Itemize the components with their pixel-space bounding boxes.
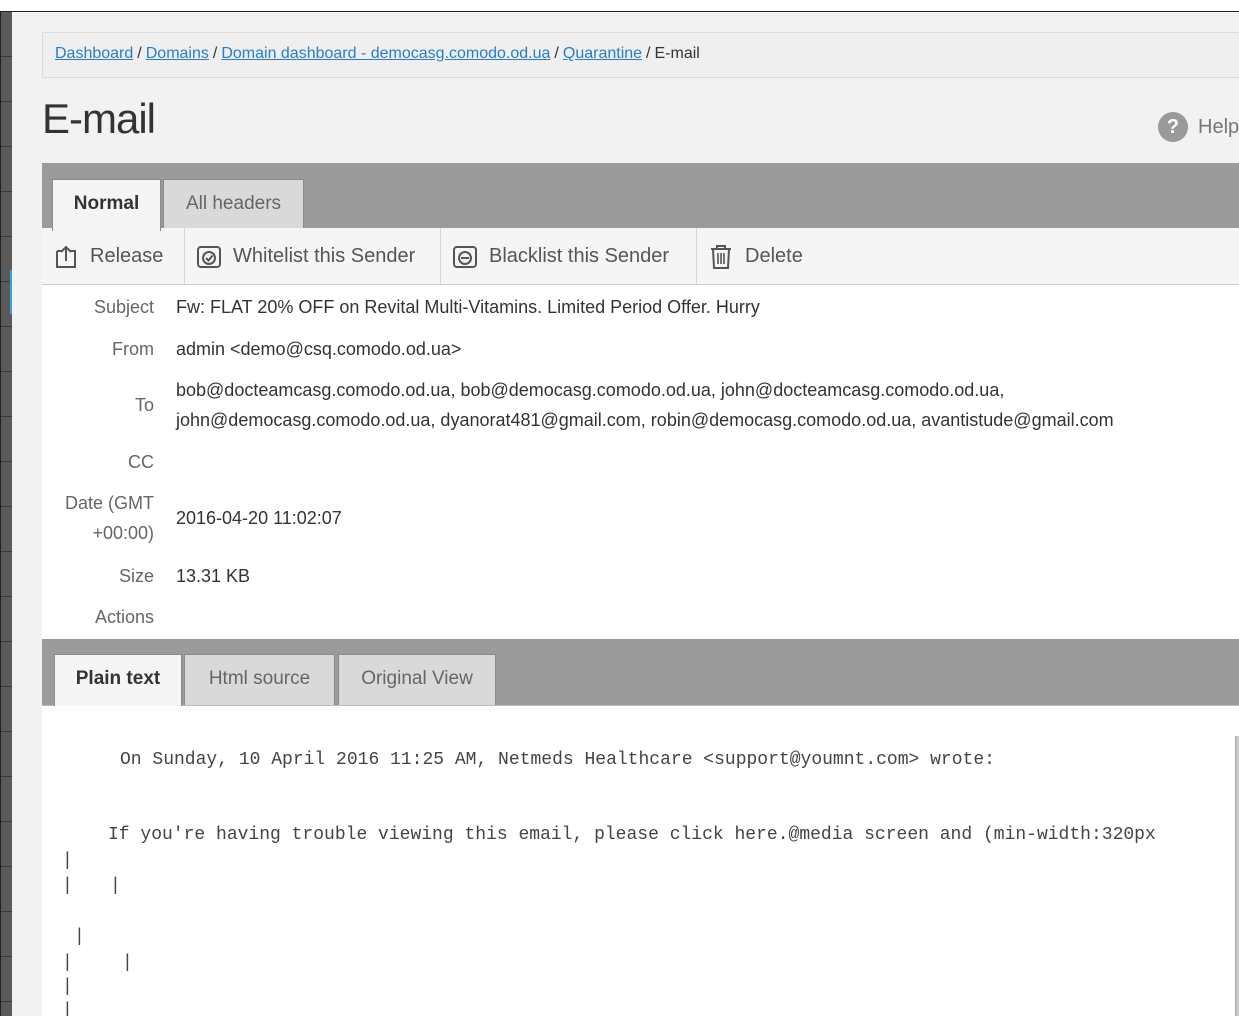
question-circle-icon: ? — [1158, 112, 1188, 142]
breadcrumb-separator: / — [137, 45, 142, 62]
email-action-toolbar: Release Whitelist this Sender Blacklist … — [42, 228, 1239, 285]
body-pipe: | — [62, 977, 73, 997]
size-label: Size — [118, 566, 154, 586]
tab-original-view[interactable]: Original View — [338, 654, 496, 705]
breadcrumb-separator: / — [554, 45, 559, 62]
help-label: Help — [1198, 115, 1239, 138]
date-value: 2016-04-20 11:02:07 — [176, 508, 342, 528]
from-label: From — [112, 339, 154, 359]
body-line-quote-header: On Sunday, 10 April 2016 11:25 AM, Netme… — [120, 750, 995, 770]
tab-all-headers[interactable]: All headers — [163, 179, 304, 230]
body-scrollbar[interactable] — [1235, 736, 1239, 1016]
whitelist-label: Whitelist this Sender — [233, 245, 416, 267]
page-title: E-mail — [42, 95, 156, 142]
blacklist-label: Blacklist this Sender — [489, 245, 670, 267]
breadcrumb-separator: / — [212, 45, 218, 62]
delete-label: Delete — [745, 245, 803, 267]
body-pipe: | — [62, 953, 73, 973]
body-pipe: | — [62, 876, 73, 896]
blacklist-sender-button[interactable]: Blacklist this Sender — [441, 228, 697, 285]
body-pipe: | — [62, 1001, 73, 1016]
date-label-line1: Date (GMT — [64, 493, 154, 513]
tab-html-source[interactable]: Html source — [184, 654, 335, 705]
to-label: To — [134, 395, 154, 415]
to-value-line2: john@democasg.comodo.od.ua, dyanorat481@… — [176, 410, 1114, 430]
email-details: Subject Fw: FLAT 20% OFF on Revital Mult… — [42, 285, 1239, 639]
tab-plain-text[interactable]: Plain text — [54, 654, 182, 706]
breadcrumb-current: E-mail — [654, 45, 700, 62]
body-pipe: | — [62, 851, 73, 871]
breadcrumb-separator: / — [646, 45, 651, 62]
from-value: admin <demo@csq.comodo.od.ua> — [176, 339, 462, 359]
trash-icon — [711, 244, 731, 269]
to-value-line1: bob@docteamcasg.comodo.od.ua, bob@democa… — [176, 380, 1005, 400]
blacklist-shield-icon — [453, 245, 477, 268]
release-icon — [56, 245, 76, 268]
size-value: 13.31 KB — [176, 566, 251, 586]
date-label-line2: +00:00) — [92, 523, 154, 543]
release-label: Release — [90, 245, 164, 267]
breadcrumb-domains-link[interactable]: Domains — [146, 45, 209, 62]
breadcrumb-dashboard-link[interactable]: Dashboard — [55, 45, 133, 62]
body-view-tabs: Plain text Html source Original View — [42, 639, 1239, 706]
body-line-trouble-viewing: If you're having trouble viewing this em… — [108, 825, 1156, 845]
breadcrumb-domain-dashboard-link[interactable]: Domain dashboard - democasg.comodo.od.ua — [221, 45, 550, 62]
main-content: Dashboard / Domains / Domain dashboard - dem… — [12, 13, 1239, 1016]
cc-label: CC — [128, 452, 154, 472]
subject-value: Fw: FLAT 20% OFF on Revital Multi-Vitami… — [176, 297, 760, 317]
actions-label: Actions — [94, 607, 154, 627]
help-button[interactable]: ? Help — [1158, 112, 1239, 142]
whitelist-shield-icon — [197, 245, 221, 268]
release-button[interactable]: Release — [42, 228, 185, 285]
left-sidebar-rail — [0, 12, 13, 1016]
window-top-edge — [0, 0, 1239, 12]
delete-button[interactable]: Delete — [697, 228, 823, 285]
breadcrumb: Dashboard / Domains / Domain dashboard - dem… — [42, 32, 1239, 78]
body-pipe: | — [122, 953, 133, 973]
email-body-text: On Sunday, 10 April 2016 11:25 AM, Netme… — [42, 706, 1235, 1016]
body-pipe: | — [74, 927, 85, 947]
body-pipe: | — [110, 876, 121, 896]
whitelist-sender-button[interactable]: Whitelist this Sender — [185, 228, 441, 285]
breadcrumb-quarantine-link[interactable]: Quarantine — [563, 45, 642, 62]
subject-label: Subject — [93, 297, 154, 317]
email-body-panel: On Sunday, 10 April 2016 11:25 AM, Netme… — [42, 705, 1239, 1016]
tab-normal[interactable]: Normal — [52, 179, 161, 231]
